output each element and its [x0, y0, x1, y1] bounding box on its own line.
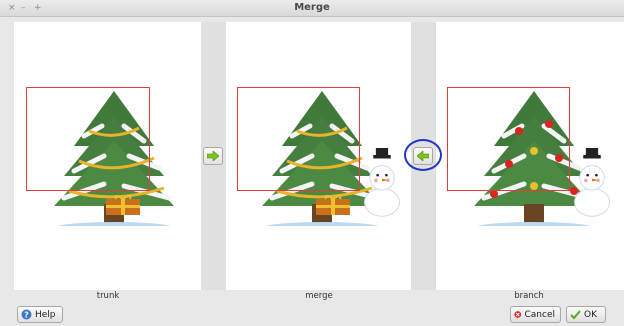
help-circle-icon: ?: [21, 309, 32, 320]
gift-box-image: [314, 193, 354, 217]
ok-button[interactable]: OK: [566, 306, 606, 323]
merge-label: merge: [305, 291, 333, 301]
merge-image-panel[interactable]: [226, 22, 411, 290]
selection-box: [26, 87, 150, 191]
copy-to-merge-button[interactable]: [203, 147, 223, 165]
trunk-image-panel[interactable]: [14, 22, 201, 290]
snowman-image: [574, 148, 610, 217]
snowman-image: [364, 148, 400, 217]
branch-label: branch: [514, 291, 544, 301]
branch-image-panel[interactable]: [436, 22, 624, 290]
selection-box: [237, 87, 360, 191]
arrow-right-icon: [207, 151, 219, 161]
help-button-label: Help: [35, 309, 56, 320]
checkmark-icon: [570, 310, 581, 320]
gift-box-image: [104, 193, 144, 217]
title-bar: × – + Merge: [0, 0, 624, 17]
svg-text:?: ?: [24, 311, 29, 320]
cancel-button-label: Cancel: [524, 309, 556, 320]
cancel-icon: [514, 311, 522, 318]
selection-box: [447, 87, 570, 191]
ok-button-label: OK: [584, 309, 597, 320]
cancel-button[interactable]: Cancel: [510, 306, 561, 323]
trunk-label: trunk: [96, 291, 120, 301]
highlight-annotation: [404, 139, 442, 171]
window-title: Merge: [294, 2, 330, 13]
help-button[interactable]: ? Help: [17, 306, 63, 323]
